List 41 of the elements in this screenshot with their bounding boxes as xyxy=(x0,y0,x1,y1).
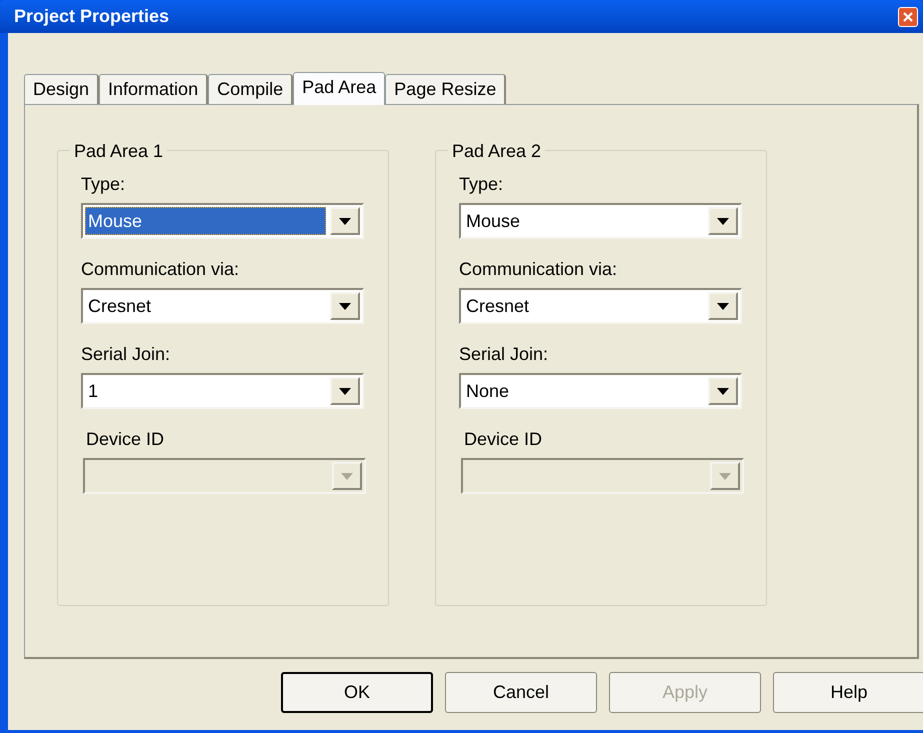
field-label: Type: xyxy=(81,173,126,195)
field-label: Device ID xyxy=(464,428,544,450)
dropdown-arrow-button[interactable] xyxy=(708,292,738,320)
field-label: Serial Join: xyxy=(81,343,172,365)
caret-icon xyxy=(717,388,729,394)
dialog-button[interactable]: Help xyxy=(773,672,923,713)
dropdown[interactable]: None xyxy=(459,373,742,409)
dialog-button: Apply xyxy=(609,672,761,713)
dropdown-arrow-button[interactable] xyxy=(330,377,360,405)
tab[interactable]: Design xyxy=(24,74,100,104)
dropdown-value: Mouse xyxy=(85,207,326,235)
caret-icon xyxy=(339,302,351,310)
field-label: Communication via: xyxy=(81,258,240,280)
caret-icon xyxy=(719,472,731,480)
close-icon xyxy=(903,12,913,22)
field-label: Type: xyxy=(459,173,504,195)
dropdown[interactable]: Mouse xyxy=(459,203,742,239)
field-label: Device ID xyxy=(86,428,166,450)
dropdown[interactable]: 1 xyxy=(81,373,364,409)
field-label: Communication via: xyxy=(459,258,618,280)
tab[interactable]: Compile xyxy=(208,74,294,104)
dropdown-arrow-button[interactable] xyxy=(330,292,360,320)
dialog-button[interactable]: Cancel xyxy=(445,672,597,713)
caret-icon xyxy=(341,472,353,480)
field-label: Serial Join: xyxy=(459,343,550,365)
dropdown[interactable]: Mouse xyxy=(81,203,364,239)
caret-icon xyxy=(339,218,351,224)
dialog-button[interactable]: OK xyxy=(281,672,433,713)
caret-icon xyxy=(339,388,351,394)
dropdown-arrow-button[interactable] xyxy=(708,377,738,405)
dropdown-arrow-button[interactable] xyxy=(708,207,738,235)
close-button[interactable] xyxy=(898,6,918,26)
tab[interactable]: Pad Area xyxy=(293,72,386,105)
caret-icon xyxy=(717,302,729,310)
tab[interactable]: Page Resize xyxy=(385,74,506,104)
dropdown[interactable]: Cresnet xyxy=(459,288,742,324)
window-title: Project Properties xyxy=(14,5,170,28)
dropdown[interactable]: Cresnet xyxy=(81,288,364,324)
dropdown-arrow-button[interactable] xyxy=(330,207,360,235)
tab[interactable]: Information xyxy=(99,74,208,104)
caret-icon xyxy=(717,218,729,224)
